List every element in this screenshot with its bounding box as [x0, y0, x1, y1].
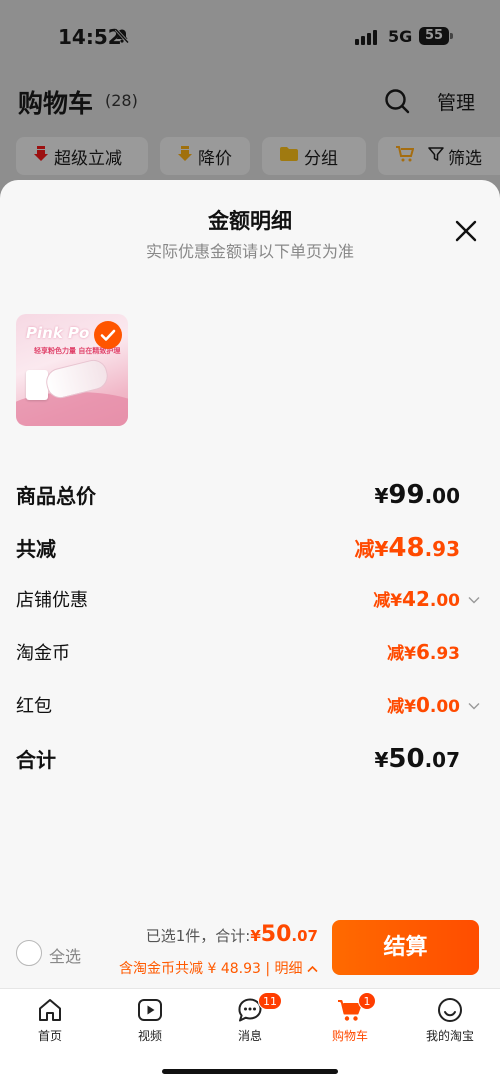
- arrow-down-icon: [34, 146, 48, 166]
- signal-icon: [355, 29, 379, 45]
- row-label: 淘金币: [16, 643, 70, 664]
- close-icon[interactable]: [454, 219, 478, 243]
- profile-icon: [438, 998, 462, 1022]
- chip-label: 分组: [304, 148, 338, 169]
- manage-button[interactable]: 管理: [437, 88, 475, 115]
- network-label: 5G: [388, 27, 413, 46]
- folder-icon: [280, 147, 298, 165]
- row-grand-total: 合计 ¥50.07: [16, 744, 484, 774]
- chevron-down-icon[interactable]: [468, 702, 480, 710]
- selected-summary: 已选1件，合计:¥50.07: [145, 922, 318, 947]
- row-total-discount: 共减 减¥48.93: [16, 533, 484, 563]
- arrow-down-icon: [178, 146, 192, 166]
- amount-detail-sheet: 金额明细 实际优惠金额请以下单页为准 Pink Po 轻享粉色力量 自在精致护理…: [0, 180, 500, 1085]
- checkout-total: ¥50.07: [250, 922, 318, 947]
- row-shop-discount[interactable]: 店铺优惠 减¥42.00: [16, 586, 484, 612]
- selected-check-icon[interactable]: [94, 321, 122, 349]
- cart-small-icon: [396, 146, 415, 166]
- chip-super-discount[interactable]: 超级立减: [16, 137, 148, 175]
- status-time: 14:52: [58, 25, 122, 49]
- select-all-label[interactable]: 全选: [49, 943, 81, 967]
- chip-group[interactable]: 分组: [262, 137, 366, 175]
- row-goods-total: 商品总价 ¥99.00: [16, 480, 484, 510]
- battery-icon: 55: [419, 27, 449, 45]
- row-value: ¥50.07: [374, 744, 460, 774]
- row-label: 合计: [16, 748, 56, 772]
- tab-profile[interactable]: 我的淘宝: [400, 989, 500, 1049]
- row-label: 店铺优惠: [16, 590, 88, 611]
- select-all-checkbox[interactable]: [16, 940, 42, 966]
- cart-title: 购物车: [18, 89, 94, 118]
- bell-muted-icon: [114, 28, 130, 48]
- tab-label: 购物车: [331, 1029, 368, 1043]
- chip-label: 筛选: [448, 148, 482, 169]
- tab-label: 消息: [237, 1029, 262, 1043]
- row-label: 商品总价: [16, 484, 96, 508]
- cart-count: (28): [105, 91, 138, 110]
- sheet-title: 金额明细: [208, 209, 292, 233]
- battery-tip: [450, 33, 453, 39]
- status-bar: 14:52 5G 55: [0, 0, 500, 74]
- cart-badge: 1: [358, 992, 376, 1010]
- video-icon: [138, 999, 162, 1021]
- tab-cart[interactable]: 1 购物车: [300, 989, 400, 1049]
- search-icon[interactable]: [384, 88, 410, 114]
- sheet-subtitle: 实际优惠金额请以下单页为准: [145, 242, 354, 261]
- row-value: 减¥0.00: [387, 693, 460, 717]
- row-label: 红包: [16, 696, 52, 717]
- checkout-button[interactable]: 结算: [332, 920, 479, 975]
- chip-filter[interactable]: 筛选: [378, 137, 500, 175]
- chip-label: 降价: [198, 148, 232, 169]
- home-indicator: [162, 1069, 338, 1074]
- chevron-down-icon[interactable]: [468, 596, 480, 604]
- row-value: ¥99.00: [374, 480, 460, 510]
- row-label: 共减: [16, 537, 56, 561]
- row-value: 减¥6.93: [387, 640, 460, 664]
- product-brand-text: Pink Po: [26, 324, 90, 342]
- filter-icon: [428, 146, 444, 166]
- chip-label: 超级立减: [54, 148, 122, 169]
- tab-label: 视频: [137, 1029, 162, 1043]
- row-red-packet[interactable]: 红包 减¥0.00: [16, 692, 484, 718]
- row-taojinbi: 淘金币 减¥6.93: [16, 639, 484, 665]
- tab-home[interactable]: 首页: [0, 989, 100, 1049]
- tab-label: 首页: [37, 1029, 62, 1043]
- row-value: 减¥48.93: [354, 533, 460, 563]
- chip-price-drop[interactable]: 降价: [160, 137, 250, 175]
- row-value: 减¥42.00: [373, 587, 460, 611]
- discount-detail-link[interactable]: 含淘金币共减 ¥ 48.93 | 明细: [119, 958, 318, 978]
- message-badge: 11: [258, 992, 282, 1010]
- tab-bar: 首页 视频 11 消息 1 购物车 我的淘宝: [0, 988, 500, 1085]
- background-page: 14:52 5G 55 购物车 (28) 管理 超级立减 降价 分组 筛选: [0, 0, 500, 200]
- tab-label: 我的淘宝: [425, 1029, 474, 1043]
- chevron-up-icon: [307, 965, 318, 973]
- home-icon: [39, 999, 61, 1021]
- tab-video[interactable]: 视频: [100, 989, 200, 1049]
- tab-messages[interactable]: 11 消息: [200, 989, 300, 1049]
